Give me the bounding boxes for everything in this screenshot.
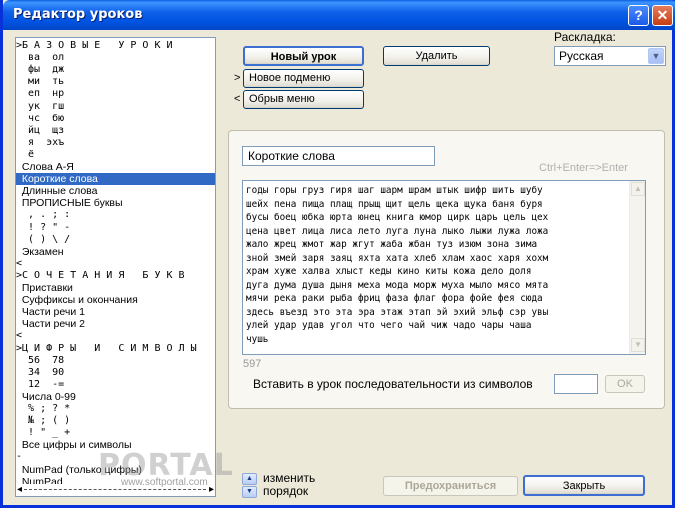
tree-item[interactable]: Короткие слова xyxy=(16,173,215,186)
text-line: мячи река раки рыба фриц фаза флаг фора … xyxy=(246,293,543,304)
text-line: дуга дума душа дыня меха мода морж муха … xyxy=(246,279,549,291)
tree-item[interactable]: >Ц И Ф Р Ы И С И М В О Л Ы xyxy=(16,343,215,355)
tree-item[interactable]: >С О Ч Е Т А Н И Я Б У К В xyxy=(16,270,215,282)
new-lesson-label: Новый урок xyxy=(270,51,337,63)
save-button[interactable]: Предохраниться xyxy=(383,476,518,496)
tree-item[interactable]: Экзамен xyxy=(16,246,215,258)
tree-item[interactable]: ! " _ + xyxy=(16,427,215,439)
ok-label: OK xyxy=(617,378,633,390)
watermark-url: www.softportal.com xyxy=(121,477,208,488)
break-menu-label: Обрыв меню xyxy=(249,93,315,105)
text-line: цена цвет лица лиса лето луга луна лыко … xyxy=(246,225,549,237)
reorder-control[interactable]: ▲ ▼ xyxy=(242,473,258,498)
shortcut-hint: Ctrl+Enter=>Enter xyxy=(539,162,628,174)
lesson-tree-list[interactable]: >Б А З О В Ы Е У Р О К И ва ол фы дж ми … xyxy=(15,37,216,497)
scroll-left-icon[interactable]: ◂ xyxy=(17,484,22,496)
tree-item[interactable]: ук гш xyxy=(16,101,215,113)
window-title: Редактор уроков xyxy=(13,7,143,22)
title-bar[interactable]: Редактор уроков ? ✕ xyxy=(3,0,675,30)
text-line: зной змей заря заяц яхта хата хлеб хлам … xyxy=(246,252,549,264)
tree-item[interactable]: ми ть xyxy=(16,76,215,88)
tree-item[interactable]: ва ол xyxy=(16,52,215,64)
close-button[interactable]: Закрыть xyxy=(523,475,645,496)
lesson-title-input[interactable]: Короткие слова xyxy=(242,146,435,166)
tree-item[interactable]: 12 -= xyxy=(16,379,215,391)
break-menu-button[interactable]: Обрыв меню xyxy=(243,90,364,109)
new-submenu-label: Новое подменю xyxy=(249,72,331,84)
text-line: храм хуже халва хлыст кеды кино киты кож… xyxy=(246,266,532,277)
tree-item[interactable]: чс бю xyxy=(16,113,215,125)
tree-item[interactable]: ё xyxy=(16,149,215,161)
text-line: жало жрец жмот жар жгут жаба жбан туз из… xyxy=(246,239,538,250)
reorder-label: изменить порядок xyxy=(263,471,316,498)
tree-item[interactable]: № ; ( ) xyxy=(16,415,215,427)
tree-item[interactable]: йц щз xyxy=(16,125,215,137)
tree-item[interactable]: Части речи 2 xyxy=(16,318,215,330)
insert-sequence-input[interactable] xyxy=(554,374,598,394)
text-line: здесь въезд это эта эра этаж этап эй эхи… xyxy=(246,306,549,318)
text-line: бусы боец юбка юрта юнец книга юмор цирк… xyxy=(246,212,549,223)
tree-item[interactable]: ПРОПИСНЫЕ буквы xyxy=(16,197,215,209)
tree-item[interactable]: Суффиксы и окончания xyxy=(16,294,215,306)
character-count: 597 xyxy=(243,358,262,370)
tree-item[interactable]: 34 90 xyxy=(16,367,215,379)
scroll-right-icon[interactable]: ▸ xyxy=(209,484,214,496)
text-line: годы горы груз гиря шаг шарм шрам штык ш… xyxy=(246,185,543,196)
tree-item[interactable]: ( ) \ / xyxy=(16,234,215,246)
tree-item[interactable]: Части речи 1 xyxy=(16,306,215,318)
new-submenu-button[interactable]: Новое подменю xyxy=(243,69,364,88)
tree-item[interactable]: Числа 0-99 xyxy=(16,391,215,403)
tree-item[interactable]: >Б А З О В Ы Е У Р О К И xyxy=(16,40,215,52)
tree-item[interactable]: Длинные слова xyxy=(16,185,215,197)
scroll-down-icon[interactable]: ▼ xyxy=(631,338,645,352)
lesson-editor-window: Редактор уроков ? ✕ >Б А З О В Ы Е У Р О… xyxy=(0,0,675,508)
tree-item[interactable]: < xyxy=(16,258,215,270)
close-label: Закрыть xyxy=(562,480,606,492)
layout-label: Раскладка: xyxy=(554,30,616,44)
layout-select[interactable]: Русская ▼ xyxy=(554,46,666,66)
lesson-text-area[interactable]: годы горы груз гиря шаг шарм шрам штык ш… xyxy=(242,180,646,355)
move-up-icon[interactable]: ▲ xyxy=(242,473,257,485)
new-lesson-button[interactable]: Новый урок xyxy=(243,46,364,66)
help-button[interactable]: ? xyxy=(628,5,649,26)
text-vertical-scrollbar[interactable]: ▲ ▼ xyxy=(629,181,645,354)
insert-sequence-label: Вставить в урок последовательности из си… xyxy=(253,377,533,391)
layout-selected-value: Русская xyxy=(559,49,604,63)
chevron-down-icon[interactable]: ▼ xyxy=(648,48,664,64)
save-label: Предохраниться xyxy=(404,480,497,492)
scroll-track xyxy=(24,489,206,490)
delete-label: Удалить xyxy=(415,50,458,62)
text-line: чушь xyxy=(246,333,269,345)
text-line: улей удар удав угол что чего чай чиж чад… xyxy=(246,320,532,331)
tree-item[interactable]: < xyxy=(16,330,215,342)
tree-item[interactable]: 56 78 xyxy=(16,355,215,367)
text-line: шейх пена пища плащ прыщ щит щель щека щ… xyxy=(246,198,543,210)
tree-item[interactable]: еп нр xyxy=(16,88,215,100)
scroll-up-icon[interactable]: ▲ xyxy=(631,182,645,196)
break-marker: < xyxy=(234,93,241,105)
tree-item[interactable]: Приставки xyxy=(16,282,215,294)
submenu-marker: > xyxy=(234,72,241,84)
tree-item[interactable]: Слова А-Я xyxy=(16,161,215,173)
tree-item[interactable]: , . ; : xyxy=(16,209,215,221)
delete-button[interactable]: Удалить xyxy=(383,46,490,66)
tree-item[interactable]: ! ? " - xyxy=(16,222,215,234)
tree-item[interactable]: % ; ? * xyxy=(16,403,215,415)
close-window-button[interactable]: ✕ xyxy=(652,5,673,26)
move-down-icon[interactable]: ▼ xyxy=(242,486,257,498)
tree-item[interactable]: я эхъ xyxy=(16,137,215,149)
ok-button[interactable]: OK xyxy=(605,375,645,393)
tree-item[interactable]: фы дж xyxy=(16,64,215,76)
